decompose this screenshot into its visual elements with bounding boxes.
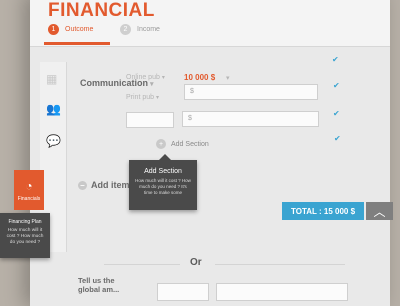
or-separator: Or xyxy=(190,257,202,268)
global-amount-input[interactable] xyxy=(157,283,209,301)
header: FINANCIAL 1 Outcome 2 Income xyxy=(30,0,390,47)
financing-plan-tooltip: Financing Plan How much will it cost ? H… xyxy=(0,213,50,258)
tooltip-body: How much will it cost ? How much do you … xyxy=(135,178,191,195)
scroll-up-button[interactable]: ︿ xyxy=(366,202,393,220)
page-title: FINANCIAL xyxy=(48,0,155,21)
financial-panel: FINANCIAL 1 Outcome 2 Income ▦ 👥 💬 Commu… xyxy=(30,0,393,306)
chevron-down-icon[interactable]: ▾ xyxy=(150,81,154,88)
online-pub-label: Online pub ▾ xyxy=(126,74,165,81)
online-pub-value: 10 000 $ xyxy=(184,73,216,82)
chevron-up-icon: ︿ xyxy=(373,204,386,219)
check-icon: ✔ xyxy=(333,109,340,118)
sidebar-item-financials[interactable]: ◔ Financials xyxy=(14,170,44,210)
chat-icon[interactable]: 💬 xyxy=(46,134,61,148)
chart-icon[interactable]: ▦ xyxy=(46,72,60,86)
print-pub-label: Print pub ▾ xyxy=(126,94,160,101)
add-item-button[interactable]: – Add item xyxy=(78,180,130,190)
divider xyxy=(215,264,345,265)
chevron-down-icon[interactable]: ▾ xyxy=(226,74,230,82)
tooltip-title: Add Section xyxy=(144,168,182,175)
users-icon[interactable]: 👥 xyxy=(46,102,61,116)
check-icon: ✔ xyxy=(332,55,339,64)
check-icon: ✔ xyxy=(334,134,341,143)
total-badge: TOTAL : 15 000 $ xyxy=(282,202,364,220)
tab-label: Outcome xyxy=(65,26,94,33)
global-amount-label: Tell us the global am... xyxy=(78,276,120,294)
global-amount-input-2[interactable] xyxy=(216,283,348,301)
divider xyxy=(104,264,180,265)
plus-icon: + xyxy=(156,139,166,149)
tab-income[interactable]: 2 Income xyxy=(120,24,160,35)
tab-label: Income xyxy=(137,26,160,33)
step-number: 2 xyxy=(120,24,131,35)
check-icon: ✔ xyxy=(333,81,340,90)
custom-name-input[interactable] xyxy=(126,112,174,128)
tooltip-body: How much will it cost ? How much do you … xyxy=(6,228,44,246)
print-pub-input[interactable]: $ xyxy=(184,84,318,100)
minus-icon: – xyxy=(78,180,87,190)
tooltip-title: Financing Plan xyxy=(8,219,42,225)
tab-outcome[interactable]: 1 Outcome xyxy=(48,24,93,35)
custom-amount-input[interactable]: $ xyxy=(182,111,319,127)
pie-chart-icon: ◔ xyxy=(25,178,33,193)
active-tab-underline xyxy=(44,42,110,45)
chevron-down-icon: ▾ xyxy=(161,75,165,81)
step-number: 1 xyxy=(48,24,59,35)
add-section-button[interactable]: + Add Section xyxy=(156,139,209,149)
chevron-down-icon: ▾ xyxy=(156,95,160,101)
add-section-tooltip: Add Section How much will it cost ? How … xyxy=(129,154,197,210)
